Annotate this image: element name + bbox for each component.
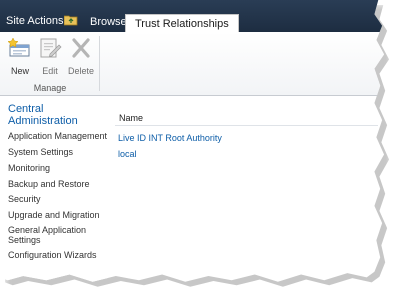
delete-icon — [72, 38, 90, 58]
tab-browse-label: Browse — [90, 16, 127, 28]
ribbon: New Edit Delete Manage — [0, 32, 385, 96]
quick-launch: Central Administration Application Manag… — [0, 96, 110, 282]
trust-relationships-list: Name Live ID INT Root Authority local — [112, 96, 384, 282]
edit-icon — [40, 38, 62, 58]
quick-launch-item-application-management[interactable]: Application Management — [8, 131, 110, 141]
tab-trust-relationships[interactable]: Trust Relationships — [125, 14, 239, 33]
navigate-up-folder-icon[interactable] — [64, 14, 78, 26]
screenshot-frame: Site Actions▼ Browse Trust Relationships… — [0, 0, 385, 282]
quick-launch-item-security[interactable]: Security — [8, 194, 110, 204]
quick-launch-heading[interactable]: Central Administration — [8, 103, 103, 127]
delete-button[interactable]: Delete — [66, 36, 96, 76]
manage-group-label: Manage — [33, 83, 67, 93]
quick-launch-item-general-application-settings[interactable]: General Application Settings — [8, 225, 103, 245]
quick-launch-item-backup-and-restore[interactable]: Backup and Restore — [8, 179, 110, 189]
list-item-link[interactable]: local — [118, 149, 137, 159]
site-actions-label: Site Actions — [6, 15, 64, 27]
quick-launch-item-configuration-wizards[interactable]: Configuration Wizards — [8, 250, 110, 260]
tab-trust-relationships-label: Trust Relationships — [135, 18, 229, 30]
quick-launch-item-monitoring[interactable]: Monitoring — [8, 163, 110, 173]
new-trust-icon — [7, 37, 30, 57]
header-divider — [115, 125, 378, 126]
list-item-link[interactable]: Live ID INT Root Authority — [118, 133, 222, 143]
new-button[interactable]: New — [5, 36, 35, 76]
delete-button-label: Delete — [67, 66, 94, 76]
quick-launch-item-system-settings[interactable]: System Settings — [8, 147, 110, 157]
edit-button[interactable]: Edit — [35, 36, 65, 76]
ribbon-group-divider — [99, 36, 100, 91]
new-button-label: New — [10, 66, 29, 76]
quick-launch-item-upgrade-and-migration[interactable]: Upgrade and Migration — [8, 210, 110, 220]
top-navigation-bar: Site Actions▼ Browse Trust Relationships — [0, 0, 385, 33]
edit-button-label: Edit — [42, 66, 58, 76]
tab-browse[interactable]: Browse — [90, 16, 127, 28]
name-column-header[interactable]: Name — [119, 113, 143, 123]
